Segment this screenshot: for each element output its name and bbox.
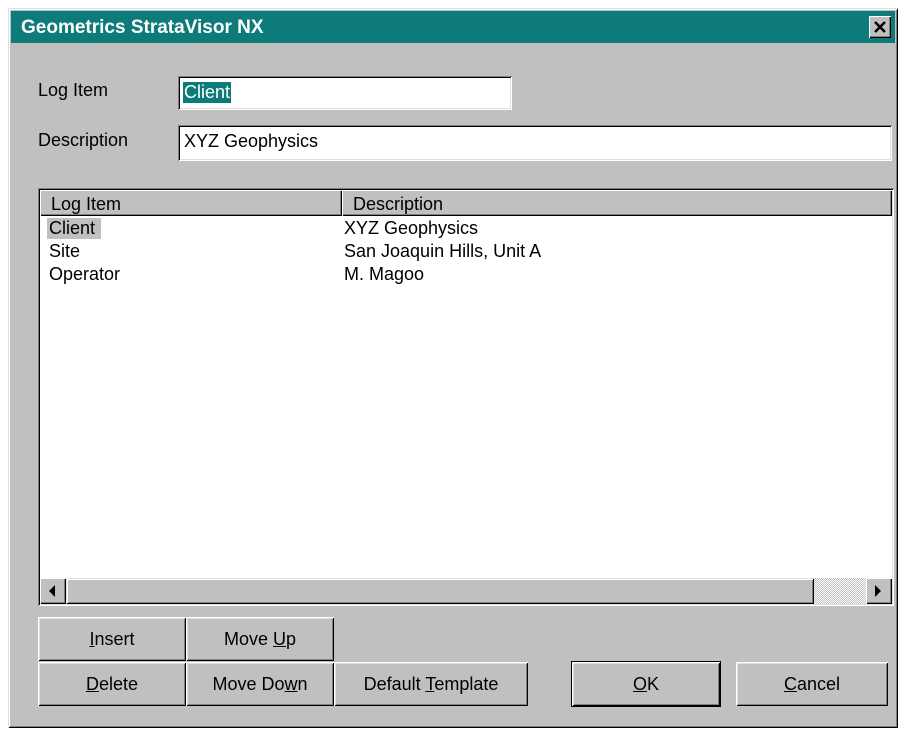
move-down-button-label: Move Down — [212, 674, 308, 694]
scroll-thumb[interactable] — [66, 578, 814, 604]
list-row-operator[interactable]: Operator M. Magoo — [40, 264, 890, 287]
default-template-button[interactable]: Default Template — [334, 662, 528, 706]
log-item-label: Log Item — [38, 80, 109, 100]
cancel-button[interactable]: Cancel — [736, 662, 888, 706]
window-title: Geometrics StrataVisor NX — [21, 17, 264, 38]
move-down-button[interactable]: Move Down — [186, 662, 334, 706]
ok-button[interactable]: OK — [572, 662, 720, 706]
close-button[interactable] — [869, 16, 891, 38]
row-description: M. Magoo — [344, 264, 425, 284]
column-header-description[interactable]: Description — [342, 190, 892, 216]
delete-button[interactable]: Delete — [38, 662, 186, 706]
scroll-track[interactable] — [814, 578, 866, 604]
log-item-input-value: Client — [183, 82, 232, 103]
row-log-item: Site — [49, 241, 81, 261]
move-up-button-label: Move Up — [223, 629, 297, 649]
list-row-client[interactable]: Client XYZ Geophysics — [40, 218, 890, 241]
move-up-button[interactable]: Move Up — [186, 617, 334, 661]
title-bar[interactable]: Geometrics StrataVisor NX — [11, 11, 895, 43]
description-input-value: XYZ Geophysics — [184, 131, 319, 151]
list-row-site[interactable]: Site San Joaquin Hills, Unit A — [40, 241, 890, 264]
insert-button[interactable]: Insert — [38, 617, 186, 661]
row-description: San Joaquin Hills, Unit A — [344, 241, 542, 261]
description-input[interactable]: XYZ Geophysics — [178, 125, 892, 161]
insert-button-label: Insert — [89, 629, 135, 649]
description-label: Description — [38, 130, 129, 150]
scroll-left-button[interactable] — [40, 578, 66, 604]
ok-button-label: OK — [632, 674, 660, 694]
log-item-input[interactable]: Client — [178, 76, 512, 110]
delete-button-label: Delete — [85, 674, 139, 694]
arrow-left-icon — [49, 585, 55, 597]
cancel-button-label: Cancel — [783, 674, 841, 694]
close-icon — [874, 21, 886, 33]
scroll-right-button[interactable] — [866, 578, 892, 604]
row-log-item: Client — [47, 218, 102, 239]
row-description: XYZ Geophysics — [344, 218, 479, 238]
default-template-button-label: Default Template — [363, 674, 499, 694]
horizontal-scrollbar[interactable] — [40, 578, 892, 604]
arrow-right-icon — [875, 585, 881, 597]
row-log-item: Operator — [49, 264, 121, 284]
log-items-list[interactable]: Log Item Description Client XYZ Geophysi… — [38, 188, 894, 606]
dialog-window: Geometrics StrataVisor NX Log Item Clien… — [8, 8, 898, 728]
column-header-log-item[interactable]: Log Item — [40, 190, 342, 216]
